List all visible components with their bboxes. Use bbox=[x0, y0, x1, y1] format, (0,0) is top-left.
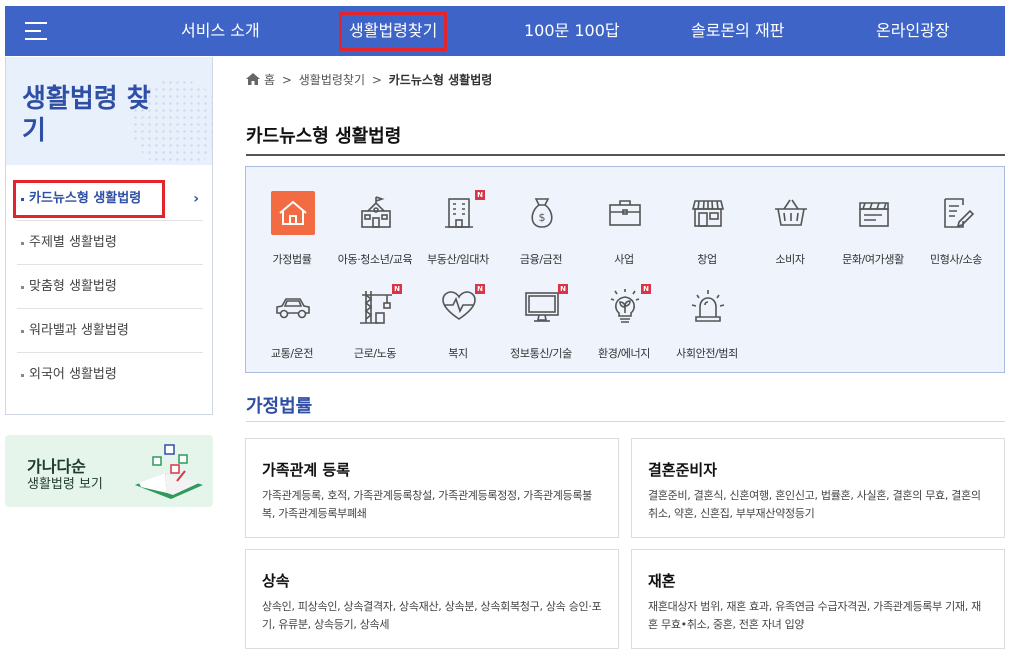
new-badge: N bbox=[475, 284, 485, 294]
category-labor[interactable]: N 근로/노동 bbox=[331, 261, 419, 360]
book-letters-illustration-icon bbox=[135, 444, 203, 499]
card-title: 가족관계 등록 bbox=[262, 461, 351, 479]
sidebar-item-label: 외국어 생활법령 bbox=[29, 367, 117, 382]
sidebar-item-label: 주제별 생활법령 bbox=[29, 235, 117, 250]
home-icon bbox=[246, 73, 260, 85]
category-public-safety-crime[interactable]: 사회안전/범죄 bbox=[663, 261, 751, 360]
breadcrumb-current: 카드뉴스형 생활법령 bbox=[388, 73, 493, 87]
breadcrumb-separator: > bbox=[371, 73, 382, 87]
sidebar-item-cardnews[interactable]: 카드뉴스형 생활법령 › bbox=[13, 177, 203, 221]
category-startup[interactable]: 창업 bbox=[663, 167, 751, 266]
card-title: 상속 bbox=[262, 572, 290, 590]
shopping-basket-icon bbox=[769, 191, 813, 235]
card-keywords: 재혼대상자 범위, 재혼 효과, 유족연금 수급자격권, 가족관계등록부 기재,… bbox=[648, 600, 981, 631]
category-environment-energy[interactable]: N 환경/에너지 bbox=[580, 261, 668, 360]
category-business[interactable]: 사업 bbox=[580, 167, 668, 266]
nav-item-100-qa[interactable]: 100문 100답 bbox=[524, 6, 620, 56]
title-divider bbox=[246, 154, 1005, 156]
topic-card[interactable]: 상속 상속인, 피상속인, 상속결격자, 상속재산, 상속분, 상속회복청구, … bbox=[245, 549, 619, 649]
card-keywords: 상속인, 피상속인, 상속결격자, 상속재산, 상속분, 상속회복청구, 상속 … bbox=[262, 600, 602, 631]
topic-card[interactable]: 결혼준비자 결혼준비, 결혼식, 신혼여행, 혼인신고, 법률혼, 사실혼, 결… bbox=[631, 438, 1005, 538]
highlight-box bbox=[13, 180, 165, 218]
topic-card[interactable]: 재혼 재혼대상자 범위, 재혼 효과, 유족연금 수급자격권, 가족관계등록부 … bbox=[631, 549, 1005, 649]
sidebar-item-label: 맞춤형 생활법령 bbox=[29, 279, 117, 294]
document-pen-icon bbox=[935, 191, 979, 235]
card-title: 결혼준비자 bbox=[648, 461, 718, 479]
page-title: 카드뉴스형 생활법령 bbox=[246, 126, 402, 147]
sidebar-item-by-topic[interactable]: 주제별 생활법령 bbox=[17, 221, 203, 265]
section-title: 가정법률 bbox=[246, 396, 313, 417]
sidebar-item-foreign-language[interactable]: 외국어 생활법령 bbox=[17, 353, 203, 397]
money-bag-icon: $ bbox=[520, 191, 564, 235]
house-icon bbox=[271, 191, 315, 235]
section-divider bbox=[246, 421, 1005, 422]
category-children-education[interactable]: 아동·청소년/교육 bbox=[331, 167, 419, 266]
category-civil-criminal-litigation[interactable]: 민형사/소송 bbox=[912, 167, 1000, 266]
card-keywords: 결혼준비, 결혼식, 신혼여행, 혼인신고, 법률혼, 사실혼, 결혼의 무효,… bbox=[648, 489, 981, 520]
category-label: 사회안전/범죄 bbox=[676, 347, 738, 360]
breadcrumb-find-life-law[interactable]: 생활법령찾기 bbox=[299, 73, 365, 87]
new-badge: N bbox=[558, 284, 568, 294]
new-badge: N bbox=[641, 284, 651, 294]
clapperboard-icon bbox=[852, 191, 896, 235]
new-badge: N bbox=[392, 284, 402, 294]
category-label: 민형사/소송 bbox=[930, 253, 982, 266]
banner-subtitle: 생활법령 보기 bbox=[27, 477, 103, 492]
school-icon bbox=[354, 191, 398, 235]
category-panel: 가정법률 아동·청소년/교육 N 부동산/임대차 $ 금융/금전 사업 창업 소… bbox=[245, 166, 1005, 373]
alphabetical-banner[interactable]: 가나다순 생활법령 보기 bbox=[5, 435, 213, 507]
nav-item-find-life-law[interactable]: 생활법령찾기 bbox=[338, 6, 448, 56]
briefcase-icon bbox=[603, 191, 647, 235]
car-icon bbox=[271, 285, 315, 329]
sidebar-item-customized[interactable]: 맞춤형 생활법령 bbox=[17, 265, 203, 309]
card-title: 재혼 bbox=[648, 572, 676, 590]
sidebar-item-label: 워라밸과 생활법령 bbox=[29, 323, 129, 338]
category-consumer[interactable]: 소비자 bbox=[746, 167, 834, 266]
sidebar-menu: 카드뉴스형 생활법령 › 주제별 생활법령 맞춤형 생활법령 워라밸과 생활법령… bbox=[13, 177, 203, 397]
sidebar-title: 생활법령 찾기 bbox=[22, 84, 151, 146]
category-traffic-driving[interactable]: 교통/운전 bbox=[248, 261, 336, 360]
sidebar-item-work-life[interactable]: 워라밸과 생활법령 bbox=[17, 309, 203, 353]
category-ict-technology[interactable]: N 정보통신/기술 bbox=[497, 261, 585, 360]
category-welfare[interactable]: N 복지 bbox=[414, 261, 502, 360]
top-nav: 서비스 소개 생활법령찾기 100문 100답 솔로몬의 재판 온라인광장 bbox=[5, 6, 1005, 56]
category-culture-leisure[interactable]: 문화/여가생활 bbox=[829, 167, 917, 266]
category-family-law[interactable]: 가정법률 bbox=[248, 167, 336, 266]
card-keywords: 가족관계등록, 호적, 가족관계등록창설, 가족관계등록정정, 가족관계등록불복… bbox=[262, 489, 592, 520]
breadcrumb-separator: > bbox=[281, 73, 292, 87]
nav-item-solomon-trial[interactable]: 솔로몬의 재판 bbox=[691, 6, 784, 56]
breadcrumb: 홈 > 생활법령찾기 > 카드뉴스형 생활법령 bbox=[246, 71, 492, 88]
category-finance-money[interactable]: $ 금융/금전 bbox=[497, 167, 585, 266]
nav-item-online-plaza[interactable]: 온라인광장 bbox=[876, 6, 950, 56]
category-real-estate-lease[interactable]: N 부동산/임대차 bbox=[414, 167, 502, 266]
breadcrumb-home[interactable]: 홈 bbox=[264, 73, 275, 87]
new-badge: N bbox=[475, 190, 485, 200]
topic-card[interactable]: 가족관계 등록 가족관계등록, 호적, 가족관계등록창설, 가족관계등록정정, … bbox=[245, 438, 619, 538]
sidebar-header: 생활법령 찾기 bbox=[6, 57, 212, 165]
sidebar: 생활법령 찾기 카드뉴스형 생활법령 › 주제별 생활법령 맞춤형 생활법령 워… bbox=[5, 57, 213, 415]
nav-item-service-intro[interactable]: 서비스 소개 bbox=[181, 6, 260, 56]
storefront-icon bbox=[686, 191, 730, 235]
siren-icon bbox=[686, 285, 730, 329]
svg-text:$: $ bbox=[539, 211, 546, 224]
chevron-right-icon: › bbox=[193, 191, 199, 207]
menu-icon[interactable] bbox=[25, 21, 47, 41]
